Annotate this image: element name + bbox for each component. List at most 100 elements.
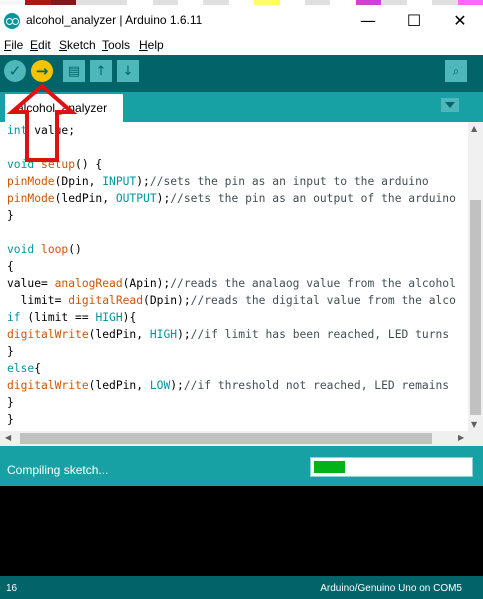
code-line: digitalWrite(ledPin, HIGH);//if limit ha… xyxy=(7,328,449,345)
code-token: value= xyxy=(7,277,55,290)
tab-alcohol-analyzer[interactable]: alcohol_analyzer xyxy=(5,94,123,122)
code-token: (Dpin); xyxy=(143,294,191,307)
status-message: Compiling sketch... xyxy=(7,463,109,477)
menu-help[interactable]: Help xyxy=(139,38,164,52)
code-line: value= analogRead(Apin);//reads the anal… xyxy=(7,277,456,294)
code-line: } xyxy=(7,413,14,430)
menu-edit-mnemonic: E xyxy=(30,38,39,52)
menu-tools[interactable]: Tools xyxy=(102,38,130,52)
open-button[interactable]: ↑ xyxy=(90,60,112,82)
progress-fill xyxy=(314,461,345,473)
code-token: digitalWrite xyxy=(7,328,89,341)
code-line: if (limit == HIGH){ xyxy=(7,311,136,328)
horizontal-scroll-thumb[interactable] xyxy=(20,433,432,444)
code-token: OUTPUT xyxy=(115,192,157,205)
code-token: } xyxy=(7,413,14,426)
code-line: digitalWrite(ledPin, LOW);//if threshold… xyxy=(7,379,449,396)
magnifier-icon: ⌕ xyxy=(452,63,460,78)
save-button[interactable]: ↓ xyxy=(117,60,139,82)
horizontal-scrollbar[interactable]: ◀ ▶ xyxy=(0,431,483,446)
code-token: } xyxy=(7,345,14,358)
menu-edit[interactable]: Edit xyxy=(30,38,51,52)
close-button[interactable]: ✕ xyxy=(437,5,483,36)
board-port-label: Arduino/Genuino Uno on COM5 xyxy=(320,583,462,594)
menu-edit-label: dit xyxy=(38,38,51,52)
maximize-button[interactable]: ☐ xyxy=(391,5,437,36)
menu-sketch-label: ketch xyxy=(67,38,96,52)
code-token: } xyxy=(7,396,14,409)
window-title: alcohol_analyzer | Arduino 1.6.11 xyxy=(26,13,203,27)
code-token: if xyxy=(7,311,21,324)
code-token: else xyxy=(7,362,35,375)
code-token: pinMode xyxy=(7,192,55,205)
code-token: HIGH xyxy=(95,311,123,324)
code-token: ); xyxy=(136,175,150,188)
menu-help-label: elp xyxy=(147,38,164,52)
menu-file[interactable]: File xyxy=(4,38,23,52)
footer-bar: 16 Arduino/Genuino Uno on COM5 xyxy=(0,576,483,599)
upload-button[interactable]: → xyxy=(31,60,53,82)
document-icon: ▤ xyxy=(67,63,81,79)
code-token: (limit == xyxy=(20,311,96,324)
code-token: void xyxy=(7,243,42,256)
code-token: limit= xyxy=(7,294,69,307)
code-token: int xyxy=(7,124,35,137)
tab-menu-dropdown[interactable] xyxy=(441,98,459,112)
code-token: void xyxy=(7,158,42,171)
code-token: } xyxy=(7,209,14,222)
menu-tools-label: ools xyxy=(108,38,131,52)
scroll-right-icon[interactable]: ▶ xyxy=(458,433,464,442)
code-token: { xyxy=(34,362,42,375)
progress-bar xyxy=(310,457,473,477)
code-token: //reads the analaog value from the alcoh… xyxy=(170,277,456,290)
verify-button[interactable]: ✓ xyxy=(4,60,26,82)
code-token: digitalRead xyxy=(68,294,144,307)
scroll-down-icon[interactable]: ▼ xyxy=(471,420,477,429)
code-line: } xyxy=(7,396,14,413)
vertical-scroll-thumb[interactable] xyxy=(470,200,481,415)
code-token: ); xyxy=(170,379,184,392)
code-token: INPUT xyxy=(102,175,137,188)
code-token: analogRead xyxy=(54,277,123,290)
code-token: ); xyxy=(156,192,171,205)
code-token: (Dpin, xyxy=(54,175,103,188)
code-line: else{ xyxy=(7,362,41,379)
code-editor[interactable]: int value; void setup() {pinMode(Dpin, IN… xyxy=(0,122,468,431)
code-token: digitalWrite xyxy=(7,379,89,392)
code-token: { xyxy=(7,260,14,273)
title-bar: alcohol_analyzer | Arduino 1.6.11 — ☐ ✕ xyxy=(0,5,483,36)
scroll-left-icon[interactable]: ◀ xyxy=(5,433,11,442)
code-line: } xyxy=(7,209,14,226)
code-token: value; xyxy=(34,124,76,137)
serial-monitor-button[interactable]: ⌕ xyxy=(445,60,467,82)
menu-bar: File Edit Sketch Tools Help xyxy=(0,36,483,55)
scroll-up-icon[interactable]: ▲ xyxy=(471,124,477,133)
code-token: (ledPin, xyxy=(88,328,150,341)
code-token: ); xyxy=(177,328,191,341)
arrow-up-icon: ↑ xyxy=(95,63,107,79)
code-line: void loop() xyxy=(7,243,82,260)
minimize-button[interactable]: — xyxy=(345,5,391,36)
menu-sketch-mnemonic: S xyxy=(59,38,68,52)
code-line: } xyxy=(7,345,14,362)
console-output[interactable] xyxy=(0,486,483,576)
vertical-scrollbar[interactable]: ▲ ▼ xyxy=(468,122,483,431)
new-sketch-button[interactable]: ▤ xyxy=(63,60,85,82)
code-token: ){ xyxy=(122,311,137,324)
menu-sketch[interactable]: Sketch xyxy=(59,38,96,52)
menu-help-mnemonic: H xyxy=(139,38,148,52)
code-token: (ledPin, xyxy=(54,192,116,205)
code-token: setup xyxy=(41,158,76,171)
code-token: //sets the pin as an input to the arduin… xyxy=(149,175,429,188)
arduino-app-icon xyxy=(4,13,20,29)
code-token: pinMode xyxy=(7,175,55,188)
code-line: { xyxy=(7,260,14,277)
line-number: 16 xyxy=(6,583,18,594)
code-line: void setup() { xyxy=(7,158,102,175)
code-line: pinMode(ledPin, OUTPUT);//sets the pin a… xyxy=(7,192,456,209)
tab-label: alcohol_analyzer xyxy=(17,101,108,115)
menu-file-label: ile xyxy=(11,38,24,52)
arrow-right-icon: → xyxy=(35,62,49,80)
arrow-down-icon: ↓ xyxy=(122,63,134,79)
code-token: //sets the pin as an output of the ardui… xyxy=(170,192,456,205)
